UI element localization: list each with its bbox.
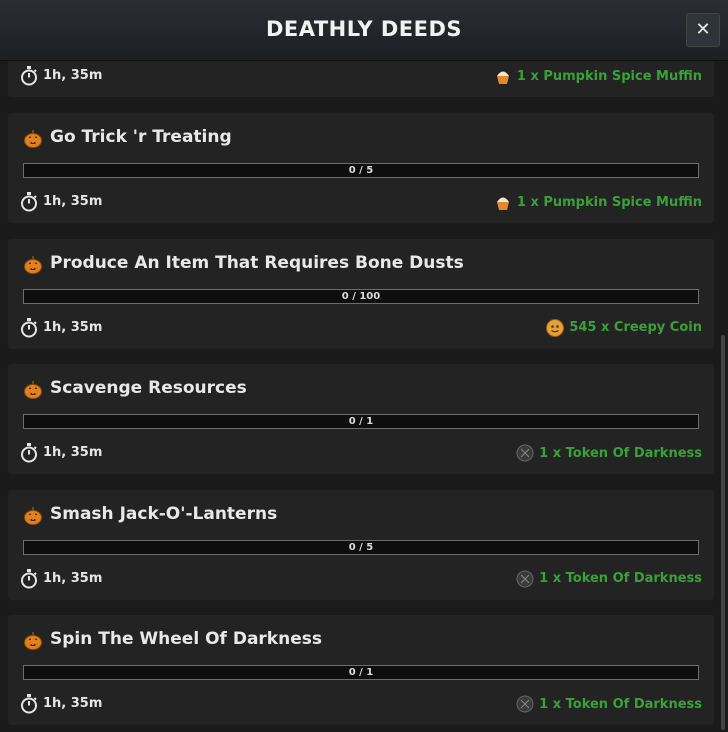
reward-label: 1 x Pumpkin Spice Muffin <box>516 194 702 210</box>
progress-bar: 0 / 1 <box>23 665 699 681</box>
quest-timer: 1h, 35m <box>43 319 103 335</box>
progress-bar: 0 / 100 <box>23 288 699 304</box>
quest-timer: 1h, 35m <box>43 445 103 461</box>
quest-reward: 545 x Creepy Coin <box>546 318 702 337</box>
progress-bar: 0 / 5 <box>23 163 699 178</box>
dialog-title: DEATHLY DEEDS <box>265 17 463 41</box>
reward-label: 1 x Token Of Darkness <box>539 571 702 587</box>
token-of-darkness-icon <box>516 570 534 588</box>
quest-reward: 1 x Token Of Darkness <box>516 444 702 462</box>
stopwatch-icon <box>21 443 37 463</box>
close-button[interactable]: ✕ <box>686 13 720 47</box>
quest-name: Produce An Item That Requires Bone Dusts <box>50 252 464 273</box>
progress-text: 0 / 5 <box>348 541 374 553</box>
stopwatch-icon <box>21 192 37 212</box>
quest-timer: 1h, 35m <box>43 68 103 83</box>
quest-name: Scavenge Resources <box>50 378 247 399</box>
progress-text: 0 / 100 <box>341 290 381 302</box>
quest-timer: 1h, 35m <box>43 570 103 586</box>
reward-label: 1 x Token Of Darkness <box>539 696 702 712</box>
token-of-darkness-icon <box>516 695 534 713</box>
quest-card-1: Go Trick 'r Treating 0 / 5 1h, 35m 1 x P… <box>7 112 715 224</box>
quest-card-2: Produce An Item That Requires Bone Dusts… <box>7 237 715 350</box>
progress-text: 0 / 5 <box>348 165 374 176</box>
stopwatch-icon <box>21 317 37 338</box>
quest-reward: 1 x Pumpkin Spice Muffin <box>494 193 702 211</box>
muffin-icon <box>496 197 509 210</box>
progress-bar: 0 / 5 <box>23 539 699 555</box>
quest-timer: 1h, 35m <box>43 194 103 209</box>
quest-name: Go Trick 'r Treating <box>50 127 232 147</box>
stopwatch-icon <box>21 694 37 714</box>
quest-card-partial: 1h, 35m 1 x Pumpkin Spice Muffin <box>7 61 715 98</box>
reward-label: 1 x Token Of Darkness <box>539 445 702 461</box>
progress-text: 0 / 1 <box>348 667 374 679</box>
quest-name: Spin The Wheel Of Darkness <box>50 629 322 650</box>
quest-name: Smash Jack-O'-Lanterns <box>50 503 278 524</box>
quest-reward: 1 x Pumpkin Spice Muffin <box>494 67 702 85</box>
quest-card-5: Spin The Wheel Of Darkness 0 / 1 1h, 35m… <box>7 614 715 727</box>
close-icon: ✕ <box>695 19 711 40</box>
stopwatch-icon <box>21 568 37 589</box>
quest-reward: 1 x Token Of Darkness <box>516 570 702 588</box>
reward-label: 1 x Pumpkin Spice Muffin <box>516 68 702 84</box>
pumpkin-icon <box>24 130 42 148</box>
dialog-header: DEATHLY DEEDS ✕ <box>0 0 728 61</box>
pumpkin-icon <box>24 381 42 400</box>
pumpkin-icon <box>24 632 42 651</box>
quest-reward: 1 x Token Of Darkness <box>516 695 702 713</box>
pumpkin-icon <box>24 255 42 274</box>
quest-timer: 1h, 35m <box>43 696 103 712</box>
progress-text: 0 / 1 <box>348 416 374 428</box>
scrollbar[interactable] <box>721 335 725 730</box>
stopwatch-icon <box>21 66 37 86</box>
pumpkin-icon <box>24 506 42 525</box>
progress-bar: 0 / 1 <box>23 414 699 430</box>
reward-label: 545 x Creepy Coin <box>569 320 702 336</box>
token-of-darkness-icon <box>516 444 534 462</box>
quest-card-4: Smash Jack-O'-Lanterns 0 / 5 1h, 35m 1 x… <box>7 488 715 601</box>
quest-list[interactable]: 1h, 35m 1 x Pumpkin Spice Muffin Go Tric… <box>0 61 728 732</box>
muffin-icon <box>496 71 509 84</box>
quest-card-3: Scavenge Resources 0 / 1 1h, 35m 1 x Tok… <box>7 363 715 476</box>
creepy-coin-icon <box>546 318 565 337</box>
